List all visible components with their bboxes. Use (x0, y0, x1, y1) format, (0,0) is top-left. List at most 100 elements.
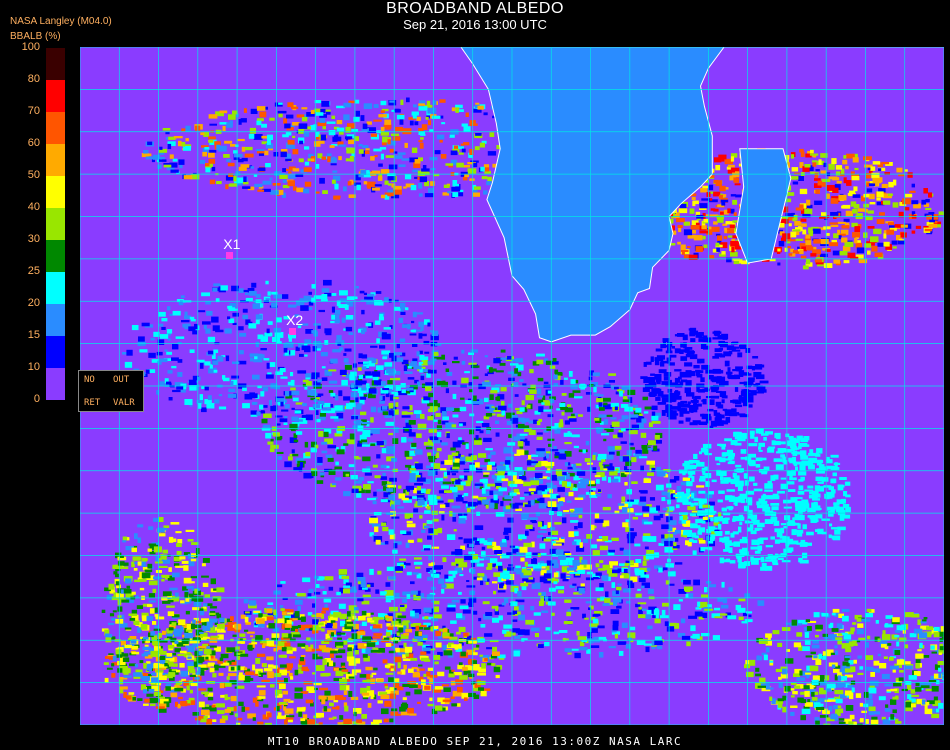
cloud-pixel (835, 165, 843, 170)
cloud-pixel (579, 542, 583, 548)
cloud-pixel (520, 583, 529, 587)
cloud-pixel (324, 576, 334, 581)
cloud-pixel (389, 394, 394, 401)
cloud-pixel (357, 367, 362, 371)
cloud-pixel (521, 513, 529, 520)
cloud-pixel (618, 650, 624, 656)
cloud-pixel (640, 432, 647, 438)
albedo-map[interactable] (80, 47, 944, 725)
cloud-pixel (603, 438, 607, 442)
cloud-pixel (552, 559, 558, 564)
cloud-pixel (642, 608, 647, 612)
cloud-pixel (158, 323, 164, 327)
cloud-pixel (450, 696, 455, 700)
cloud-pixel (475, 435, 479, 440)
cloud-pixel (458, 626, 466, 632)
cloud-pixel (643, 478, 651, 483)
cloud-pixel (349, 433, 355, 440)
cloud-pixel (301, 616, 306, 622)
cloud-pixel (499, 461, 505, 465)
cloud-pixel (365, 148, 370, 151)
cloud-pixel (318, 722, 323, 725)
cloud-pixel (562, 472, 567, 476)
cloud-pixel (518, 614, 525, 621)
cloud-pixel (531, 583, 541, 589)
cloud-pixel (289, 423, 298, 430)
cloud-pixel (343, 353, 347, 356)
cloud-pixel (463, 632, 469, 637)
cloud-pixel (823, 263, 833, 268)
cloud-pixel (812, 228, 821, 234)
albedo-map-svg[interactable] (80, 47, 944, 725)
cloud-pixel (508, 377, 515, 381)
cloud-pixel (395, 566, 403, 571)
cloud-pixel (598, 636, 607, 640)
cloud-pixel (624, 482, 628, 486)
cloud-pixel (888, 181, 894, 188)
cloud-pixel (359, 674, 368, 678)
cloud-pixel (308, 588, 314, 593)
cloud-pixel (348, 139, 354, 145)
cloud-pixel (321, 450, 328, 454)
cloud-pixel (547, 414, 554, 418)
cloud-pixel (407, 366, 412, 369)
cloud-pixel (480, 624, 486, 628)
cloud-pixel (402, 683, 410, 687)
cloud-pixel (444, 459, 453, 465)
cloud-pixel (484, 355, 488, 358)
cloud-pixel (572, 390, 581, 393)
cloud-pixel (287, 612, 294, 615)
cloud-pixel (900, 224, 908, 228)
cloud-pixel (704, 587, 708, 593)
cloud-pixel (313, 648, 321, 651)
colorbar-segment (46, 112, 65, 144)
cloud-pixel (391, 516, 400, 519)
cloud-pixel (394, 306, 401, 311)
cloud-pixel (382, 659, 388, 664)
cloud-pixel (183, 146, 191, 151)
cloud-pixel (452, 393, 457, 400)
cloud-pixel (230, 616, 234, 622)
cloud-pixel (235, 171, 241, 176)
cloud-pixel (351, 669, 357, 676)
cloud-pixel (322, 607, 329, 611)
cloud-pixel (382, 388, 390, 391)
cloud-pixel (285, 132, 292, 136)
cloud-pixel (274, 673, 282, 678)
cloud-pixel (258, 690, 266, 696)
cloud-pixel (472, 395, 477, 401)
cloud-pixel (388, 432, 393, 436)
cloud-pixel (273, 647, 279, 652)
cloud-pixel (555, 469, 562, 475)
cloud-pixel (524, 450, 529, 455)
cloud-pixel (364, 472, 372, 476)
cloud-pixel (217, 661, 223, 664)
cloud-pixel (646, 567, 651, 572)
cloud-pixel (266, 608, 273, 614)
cloud-pixel (403, 642, 407, 648)
cloud-pixel (376, 454, 381, 459)
cloud-pixel (443, 632, 447, 637)
cloud-pixel (574, 507, 583, 514)
cloud-pixel (226, 676, 230, 680)
cloud-pixel (619, 563, 624, 566)
cloud-pixel (358, 374, 364, 380)
cloud-pixel (331, 293, 337, 296)
cloud-pixel (856, 247, 865, 254)
cloud-pixel (590, 524, 595, 531)
cloud-pixel (643, 513, 649, 517)
cloud-pixel (449, 510, 453, 517)
cloud-pixel (510, 363, 519, 366)
cloud-pixel (292, 135, 296, 139)
cloud-pixel (495, 512, 505, 517)
cloud-pixel (479, 479, 484, 483)
cloud-pixel (881, 161, 890, 165)
cloud-pixel (284, 461, 292, 468)
cloud-pixel (551, 612, 555, 616)
cloud-pixel (381, 381, 387, 387)
colorbar-tick-label: 50 (27, 169, 40, 181)
cloud-pixel (302, 577, 311, 583)
cloud-pixel (302, 414, 307, 418)
cloud-pixel (626, 533, 636, 539)
cloud-pixel (334, 394, 339, 401)
